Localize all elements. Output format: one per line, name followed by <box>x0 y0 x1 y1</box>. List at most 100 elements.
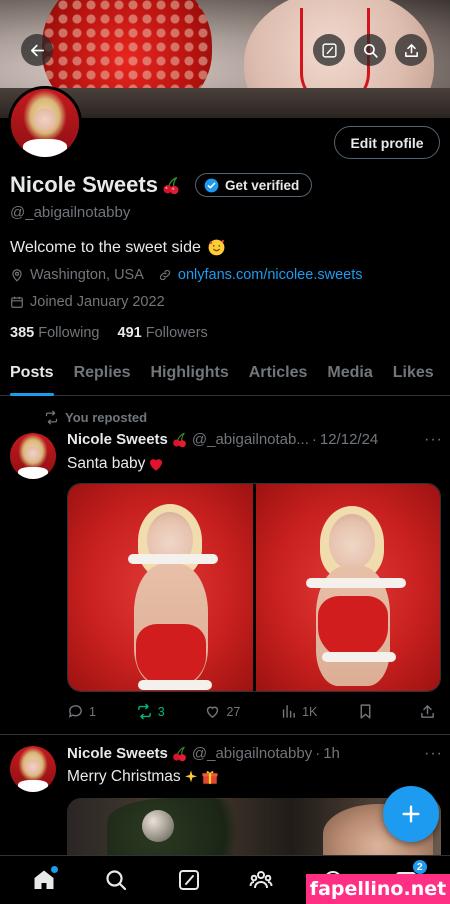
tab-likes[interactable]: Likes <box>393 358 434 395</box>
location-pin-icon <box>12 269 22 282</box>
post-actions: 1 3 27 1K <box>67 703 441 720</box>
watermark-text: fapellino.net <box>306 874 450 904</box>
reply-icon <box>68 705 82 718</box>
following-label: Following <box>38 325 100 341</box>
cherries-emoji-icon <box>173 746 186 762</box>
post-date: 1h <box>323 745 340 762</box>
post-media-grid[interactable] <box>67 483 441 692</box>
like-count: 27 <box>226 704 241 719</box>
post-avatar[interactable] <box>10 746 56 792</box>
messages-badge: 2 <box>411 859 428 875</box>
media-ornament <box>142 810 174 842</box>
share-button[interactable] <box>395 34 427 66</box>
post-text: Santa baby <box>67 455 165 473</box>
nav-communities[interactable] <box>246 865 276 895</box>
profile-joined-line: Joined January 2022 <box>10 294 165 310</box>
nav-compose[interactable] <box>174 865 204 895</box>
tab-highlights[interactable]: Highlights <box>151 358 229 395</box>
get-verified-button[interactable]: Get verified <box>194 173 313 197</box>
cherries-emoji-icon <box>173 432 186 448</box>
follow-counts: 385 Following 491 Followers <box>10 325 208 341</box>
post-more-button[interactable]: ··· <box>424 431 443 449</box>
link-icon <box>159 269 171 281</box>
share-post-button[interactable] <box>419 703 441 720</box>
profile-bio: Welcome to the sweet side <box>10 238 226 257</box>
plus-icon <box>402 805 420 823</box>
tab-posts[interactable]: Posts <box>10 358 54 396</box>
compose-icon <box>178 870 199 890</box>
search-icon <box>363 43 378 58</box>
following-count: 385 <box>10 325 35 341</box>
get-verified-label: Get verified <box>224 177 300 193</box>
post-author[interactable]: Nicole Sweets <box>67 431 168 448</box>
bookmark-icon <box>360 704 371 719</box>
post-header: Nicole Sweets @_abigailnotab... · 12/12/… <box>67 431 378 448</box>
separator-dot: · <box>315 745 321 762</box>
new-post-fab[interactable] <box>383 786 439 842</box>
share-icon <box>404 43 418 57</box>
post-header: Nicole Sweets @_abigailnotabby · 1h <box>67 745 340 762</box>
repost-indicator: You reposted <box>44 410 147 425</box>
profile-name-row: Nicole Sweets Get verified <box>10 172 313 198</box>
post-handle: @_abigailnotabby <box>191 745 313 762</box>
media-tree <box>107 798 267 858</box>
post-author[interactable]: Nicole Sweets <box>67 745 168 762</box>
views-button[interactable]: 1K <box>280 703 317 720</box>
home-notification-dot <box>51 866 59 873</box>
nav-search[interactable] <box>101 865 131 895</box>
cherries-emoji-icon <box>163 176 179 195</box>
compose-icon <box>321 42 337 58</box>
bio-text: Welcome to the sweet side <box>10 238 201 256</box>
post-avatar[interactable] <box>10 433 56 479</box>
repost-button[interactable]: 3 <box>136 703 165 720</box>
communities-icon <box>249 871 273 889</box>
repost-icon <box>45 410 58 425</box>
gift-emoji-icon <box>202 771 218 784</box>
followers-link[interactable]: 491 Followers <box>118 325 208 341</box>
post-date: 12/12/24 <box>319 431 379 448</box>
followers-label: Followers <box>145 325 208 341</box>
post-text: Merry Christmas <box>67 768 219 786</box>
compose-button[interactable] <box>313 34 345 66</box>
reply-count: 1 <box>89 704 96 719</box>
post-divider <box>0 734 450 735</box>
following-link[interactable]: 385 Following <box>10 325 99 341</box>
views-count: 1K <box>302 704 318 719</box>
search-icon <box>106 870 127 891</box>
post-photo-1[interactable] <box>68 484 253 691</box>
post-text-body: Merry Christmas <box>67 768 181 785</box>
tab-media[interactable]: Media <box>327 358 372 395</box>
search-button[interactable] <box>354 34 386 66</box>
profile-tabs: Posts Replies Highlights Articles Media … <box>0 358 450 396</box>
nav-home[interactable] <box>29 865 59 895</box>
post-text-body: Santa baby <box>67 455 146 472</box>
profile-location: Washington, USA <box>30 267 144 283</box>
edit-profile-button[interactable]: Edit profile <box>334 126 440 159</box>
profile-website-link[interactable]: onlyfans.com/nicolee.sweets <box>178 267 363 283</box>
profile-meta-line: Washington, USA onlyfans.com/nicolee.swe… <box>10 267 362 283</box>
share-icon <box>421 705 434 718</box>
followers-count: 491 <box>117 325 142 341</box>
profile-handle: @_abigailnotabby <box>10 204 131 221</box>
post-photo-2[interactable] <box>255 484 440 691</box>
tab-articles[interactable]: Articles <box>249 358 308 395</box>
verified-badge-icon <box>204 178 219 192</box>
like-button[interactable]: 27 <box>204 703 240 720</box>
red-heart-emoji-icon <box>150 459 163 471</box>
smiling-face-with-hearts-emoji-icon <box>208 239 225 256</box>
repost-icon <box>137 703 151 720</box>
views-chart-icon <box>282 705 295 718</box>
sparkles-emoji-icon <box>184 770 197 783</box>
profile-joined: Joined January 2022 <box>30 294 165 310</box>
calendar-icon <box>11 296 23 308</box>
display-name: Nicole Sweets <box>10 172 158 197</box>
arrow-left-icon <box>30 44 44 56</box>
tab-replies[interactable]: Replies <box>74 358 131 395</box>
post-handle: @_abigailnotab... <box>191 431 309 448</box>
reply-button[interactable]: 1 <box>67 703 96 720</box>
back-button[interactable] <box>21 34 53 66</box>
heart-icon <box>207 706 219 719</box>
profile-avatar[interactable] <box>8 86 82 160</box>
bookmark-button[interactable] <box>357 703 379 720</box>
post-more-button[interactable]: ··· <box>424 745 443 763</box>
